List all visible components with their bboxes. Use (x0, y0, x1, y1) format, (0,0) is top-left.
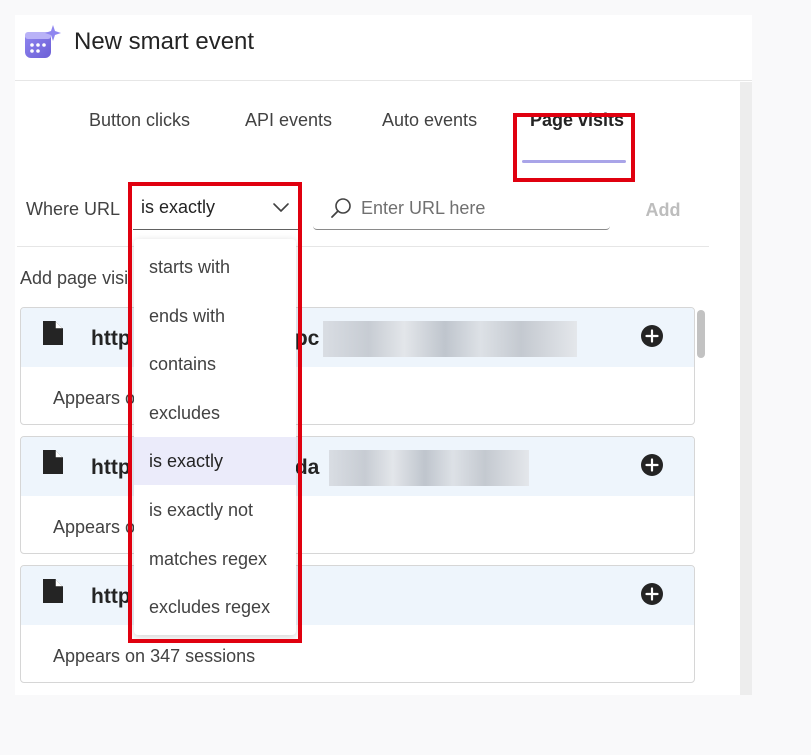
page-sessions-text: Appears on 347 sessions (53, 646, 256, 666)
page-card[interactable]: http /pc Appears o (20, 307, 695, 425)
search-icon (331, 198, 351, 218)
redacted-url (329, 450, 529, 486)
page-card[interactable]: http Appears on 347 sessions (20, 565, 695, 683)
page-url-prefix: http (91, 585, 131, 608)
where-url-label: Where URL (26, 199, 121, 219)
page-title: New smart event (74, 28, 255, 55)
tab-auto-events[interactable]: Auto events (382, 110, 477, 131)
section-label: Add page visi (20, 268, 129, 288)
add-circle-icon[interactable] (640, 453, 664, 477)
page-url-prefix: http (91, 456, 131, 479)
page-card-header: http /da (21, 437, 694, 496)
calendar-sparkle-icon (25, 25, 61, 58)
add-circle-icon[interactable] (640, 582, 664, 606)
document-icon (43, 579, 63, 603)
divider (17, 246, 709, 247)
tab-button-clicks[interactable]: Button clicks (89, 110, 190, 131)
highlight-box-dropdown (128, 182, 302, 643)
page-card-header: http /pc (21, 308, 694, 367)
url-search-field[interactable] (313, 186, 610, 230)
page-card[interactable]: http /da Appears o (20, 436, 695, 554)
tab-api-events[interactable]: API events (245, 110, 332, 131)
add-circle-icon[interactable] (640, 324, 664, 348)
add-button[interactable]: Add (638, 197, 688, 223)
list-scrollbar-thumb[interactable] (697, 310, 705, 358)
url-search-input[interactable] (361, 194, 601, 222)
highlight-box-tab (513, 113, 635, 182)
panel-header: New smart event (15, 15, 752, 81)
scrollbar-track[interactable] (740, 82, 752, 695)
page-url-prefix: http (91, 327, 131, 350)
redacted-url (323, 321, 577, 357)
document-icon (43, 450, 63, 474)
page-sessions-text: Appears o (53, 388, 136, 408)
document-icon (43, 321, 63, 345)
page-sessions-text: Appears o (53, 517, 136, 537)
page-card-header: http (21, 566, 694, 625)
